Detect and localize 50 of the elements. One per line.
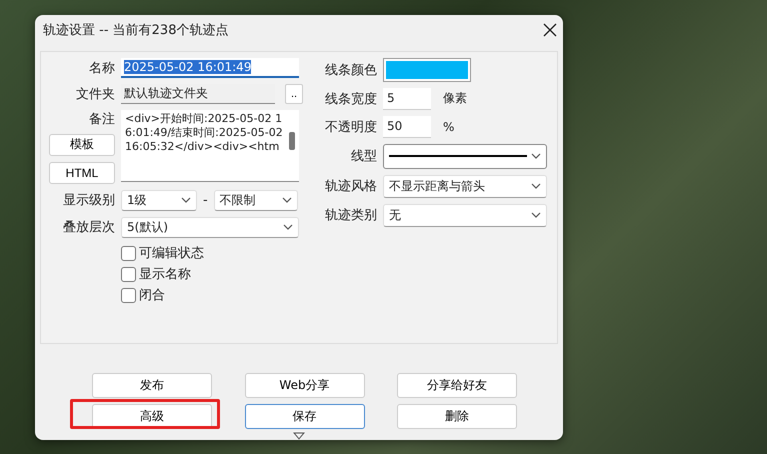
checkbox[interactable] xyxy=(121,246,136,261)
dialog-button[interactable]: Web分享 xyxy=(244,373,364,398)
unit-label: % xyxy=(443,120,454,134)
window-title: 轨迹设置 -- 当前有238个轨迹点 xyxy=(43,22,228,39)
unit-label: 像素 xyxy=(443,90,467,108)
field-label: 线条宽度 xyxy=(324,90,377,108)
checkbox-label: 显示名称 xyxy=(139,266,191,284)
browse-button[interactable]: .. xyxy=(285,84,303,104)
color-swatch[interactable] xyxy=(383,58,471,82)
field-label: 轨迹风格 xyxy=(324,178,377,196)
field-label: 轨迹类别 xyxy=(324,207,377,224)
dialog-button[interactable]: 发布 xyxy=(92,373,212,398)
field-label: 名称 xyxy=(88,60,115,77)
field-label: 线条颜色 xyxy=(324,62,377,79)
folder-field[interactable]: 默认轨迹文件夹 xyxy=(121,84,275,104)
checkbox-label: 闭合 xyxy=(139,287,165,304)
field-label: 显示级别 xyxy=(62,192,115,210)
checkbox[interactable] xyxy=(121,288,136,303)
chevron-down-icon xyxy=(531,183,541,190)
range-separator: - xyxy=(203,192,208,208)
chevron-down-icon xyxy=(531,153,541,160)
line-width-field[interactable]: 5 xyxy=(383,88,431,110)
field-label: 线型 xyxy=(350,148,377,166)
dialog-button[interactable]: 保存 xyxy=(244,404,364,430)
close-icon[interactable] xyxy=(543,22,557,37)
chevron-down-icon xyxy=(181,197,191,204)
field-label: 叠放层次 xyxy=(62,219,115,236)
chevron-down-icon xyxy=(531,212,541,218)
level-from-dropdown[interactable]: 1级 xyxy=(121,190,197,211)
field-label: 备注 xyxy=(89,110,115,128)
level-to-dropdown[interactable]: 不限制 xyxy=(214,190,298,211)
checkbox-label: 可编辑状态 xyxy=(139,245,204,262)
triangle-down-icon[interactable] xyxy=(293,432,305,440)
memo-button[interactable]: 模板 xyxy=(49,134,115,156)
opacity-field[interactable]: 50 xyxy=(383,116,431,138)
field-label: 不透明度 xyxy=(324,118,377,136)
stack-order-dropdown[interactable]: 5(默认) xyxy=(121,216,299,238)
dialog-button[interactable]: 分享给好友 xyxy=(397,373,517,398)
memo-button[interactable]: HTML xyxy=(49,162,115,184)
field-label: 文件夹 xyxy=(75,86,115,103)
memo-field[interactable]: <div>开始时间:2025-05-02 16:01:49/结束时间:2025-05-02 16:05:32</div><div><htm xyxy=(121,110,299,182)
track-style-dropdown[interactable]: 不显示距离与箭头 xyxy=(383,174,547,198)
line-type-dropdown[interactable] xyxy=(383,144,547,169)
solid-line-icon xyxy=(389,154,527,158)
track-category-dropdown[interactable]: 无 xyxy=(383,204,547,227)
dialog-button[interactable]: 删除 xyxy=(397,404,517,430)
chevron-down-icon xyxy=(282,197,292,204)
name-field[interactable]: 2025-05-02 16:01:49 xyxy=(121,58,299,78)
chevron-down-icon xyxy=(283,224,293,230)
checkbox[interactable] xyxy=(121,266,136,282)
